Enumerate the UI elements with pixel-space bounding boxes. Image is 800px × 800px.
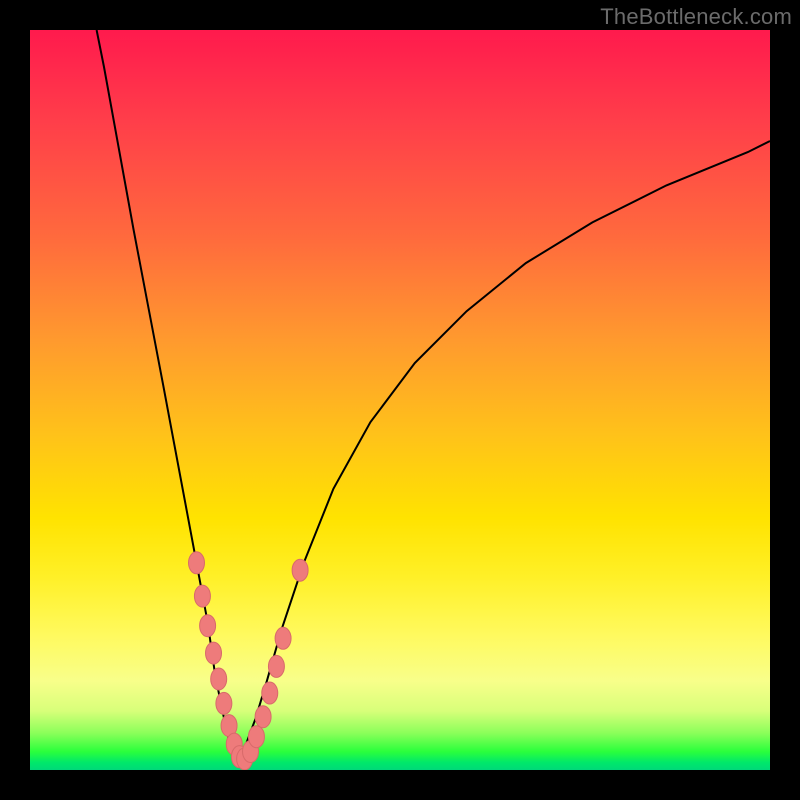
highlight-marker	[189, 552, 205, 574]
curve-right-branch	[237, 141, 770, 763]
highlight-marker	[216, 692, 232, 714]
chart-frame: TheBottleneck.com	[0, 0, 800, 800]
highlight-marker	[275, 627, 291, 649]
chart-svg	[30, 30, 770, 770]
highlight-marker	[200, 615, 216, 637]
watermark-text: TheBottleneck.com	[600, 4, 792, 30]
highlight-marker	[206, 642, 222, 664]
chart-plot-area	[30, 30, 770, 770]
highlight-marker	[248, 726, 264, 748]
highlight-marker	[292, 559, 308, 581]
highlight-marker	[262, 682, 278, 704]
highlight-marker	[268, 655, 284, 677]
highlight-markers	[189, 552, 309, 770]
highlight-marker	[194, 585, 210, 607]
highlight-marker	[211, 668, 227, 690]
highlight-marker	[255, 706, 271, 728]
